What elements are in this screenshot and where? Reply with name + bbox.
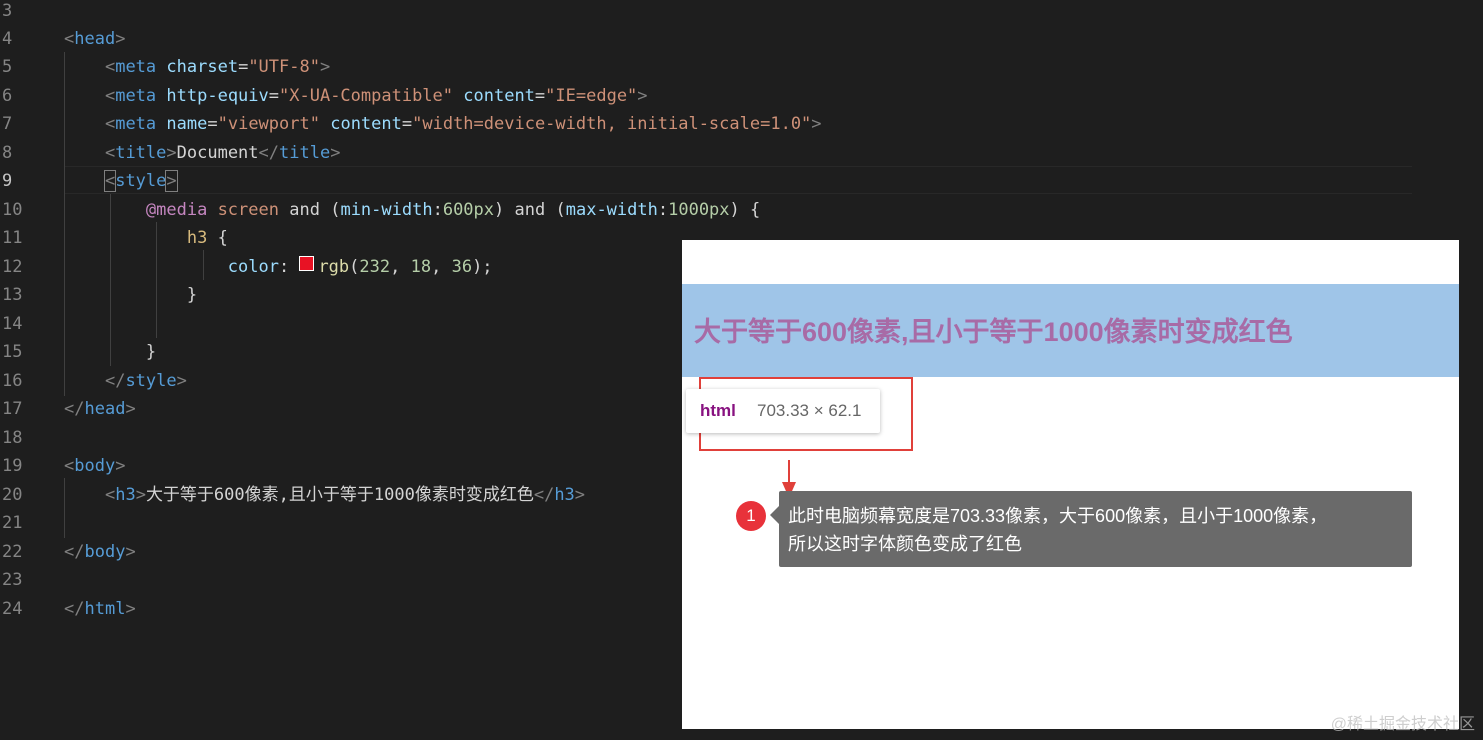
- line-number: 10: [2, 200, 23, 220]
- code-text: <head>: [64, 29, 126, 49]
- page-heading[interactable]: 大于等于600像素,且小于等于1000像素时变成红色: [694, 314, 1293, 350]
- code-text: h3 {: [186, 228, 228, 248]
- line-number: 7: [2, 114, 13, 134]
- line-number: 24: [2, 599, 23, 619]
- code-text: </body>: [64, 542, 136, 562]
- code-text: <h3>大于等于600像素,且小于等于1000像素时变成红色</h3>: [104, 485, 586, 505]
- code-text: <meta charset="UTF-8">: [104, 57, 331, 77]
- line-number: 8: [2, 143, 13, 163]
- step-badge: 1: [736, 501, 766, 531]
- line-number: 4: [2, 29, 13, 49]
- code-line[interactable]: 5 <meta charset="UTF-8">: [0, 53, 1483, 81]
- code-line[interactable]: 6 <meta http-equiv="X-UA-Compatible" con…: [0, 82, 1483, 110]
- line-number: 12: [2, 257, 23, 277]
- code-line[interactable]: 4 <head>: [0, 25, 1483, 53]
- color-swatch-icon[interactable]: [299, 256, 315, 271]
- code-text: }: [186, 285, 198, 305]
- code-text: </style>: [104, 371, 187, 391]
- line-number: 6: [2, 86, 13, 106]
- line-number: 13: [2, 285, 23, 305]
- line-number: 15: [2, 342, 23, 362]
- code-text: @media screen and (min-width:600px) and …: [145, 200, 761, 220]
- code-line[interactable]: 8 <title>Document</title>: [0, 139, 1483, 167]
- browser-preview[interactable]: 大于等于600像素,且小于等于1000像素时变成红色 html 703.33 ×…: [682, 240, 1459, 729]
- line-number: 20: [2, 485, 23, 505]
- watermark: @稀土掘金技术社区: [1330, 716, 1475, 733]
- devtools-element-tooltip: html 703.33 × 62.1: [686, 389, 880, 433]
- note-line: 所以这时字体颜色变成了红色: [788, 534, 1022, 554]
- code-text: </head>: [64, 399, 136, 419]
- code-line[interactable]: 7 <meta name="viewport" content="width=d…: [0, 110, 1483, 138]
- code-text: <style>: [103, 170, 178, 192]
- code-text: }: [145, 342, 157, 362]
- line-number: 5: [2, 57, 13, 77]
- line-number: 17: [2, 399, 23, 419]
- line-number: 16: [2, 371, 23, 391]
- line-number: 9: [2, 171, 13, 191]
- line-number: 14: [2, 314, 23, 334]
- code-text: <meta name="viewport" content="width=dev…: [104, 114, 822, 134]
- line-number: 18: [2, 428, 23, 448]
- line-number: 21: [2, 513, 23, 533]
- code-line[interactable]: 3: [0, 0, 1483, 25]
- line-number: 23: [2, 570, 23, 590]
- line-number: 3: [2, 1, 13, 21]
- annotation-note: 此时电脑频幕宽度是703.33像素，大于600像素，且小于1000像素， 所以这…: [779, 491, 1412, 567]
- tooltip-tag-name: html: [700, 401, 736, 420]
- line-number: 22: [2, 542, 23, 562]
- note-pointer: [770, 506, 779, 524]
- note-line: 此时电脑频幕宽度是703.33像素，大于600像素，且小于1000像素，: [788, 506, 1328, 526]
- line-number: 19: [2, 456, 23, 476]
- code-text: color: rgb(232, 18, 36);: [227, 256, 493, 277]
- line-number: 11: [2, 228, 23, 248]
- code-line-active[interactable]: 9 <style>: [0, 167, 1483, 195]
- tooltip-dimensions: 703.33 × 62.1: [757, 401, 862, 420]
- code-text: <meta http-equiv="X-UA-Compatible" conte…: [104, 86, 648, 106]
- code-text: <body>: [64, 456, 126, 476]
- code-text: <title>Document</title>: [104, 143, 341, 163]
- code-text: </html>: [64, 599, 136, 619]
- code-line[interactable]: 10 @media screen and (min-width:600px) a…: [0, 196, 1483, 224]
